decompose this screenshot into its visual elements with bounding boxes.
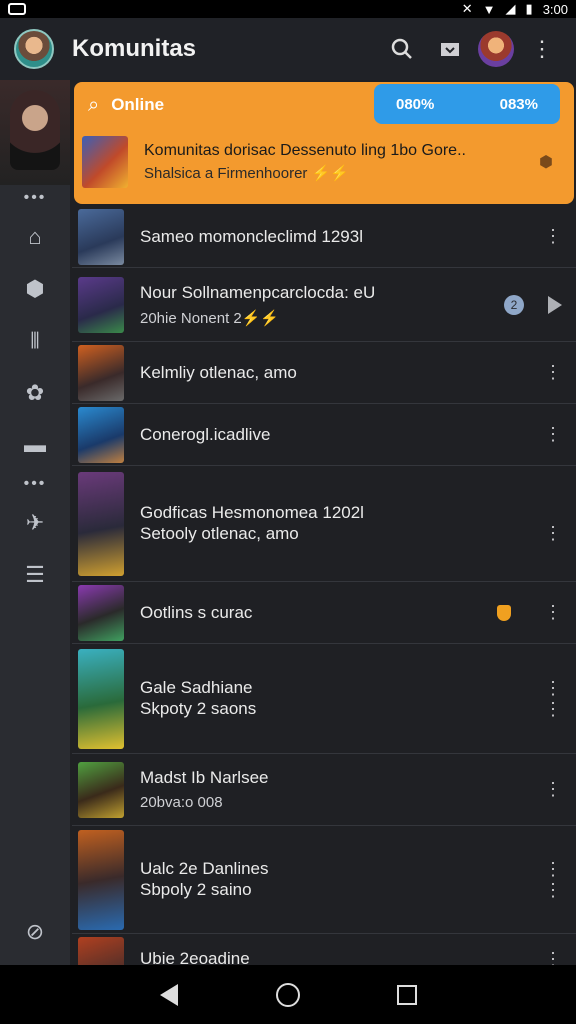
more-vert-icon[interactable]: ⋮ (538, 779, 568, 800)
item-title: Nour Sollnamenpcarclocda: eU (140, 282, 376, 302)
item-title: Madst Ib Narlsee (140, 768, 269, 787)
main-panel: ⌕ Online 080% 083% Komunitas dorisac Des… (72, 80, 576, 965)
more-vert-icon[interactable]: ⋮ (538, 699, 568, 720)
list-item[interactable]: Sameo momoncleclimd 1293l ⋮ (72, 206, 576, 268)
fruit-icon[interactable]: ✿ (0, 367, 70, 419)
battery-icon: ▮ (525, 1, 533, 16)
more-vert-icon[interactable]: ⋮ (538, 949, 568, 966)
list-item[interactable]: Madst Ib Narlsee 20bva:o 008 ⋮ (72, 754, 576, 826)
navigation-bar (0, 965, 576, 1024)
item-subtitle: 20bva:o 008 (140, 794, 223, 811)
item-title: Godficas Hesmonomea 1202l (140, 503, 364, 522)
list-item[interactable]: Gale Sadhiane ⋮ Skpoty 2 saons ⋮ (72, 644, 576, 754)
status-bar: ✕ ▼ ◢ ▮ 3:00 (0, 0, 576, 18)
featured-banner[interactable]: ⌕ Online 080% 083% Komunitas dorisac Des… (74, 82, 574, 204)
item-title: Ubie 2eoadine (140, 949, 250, 965)
sidebar: ••• ⌂ ⬢ ⦀ ✿ ▬ ••• ✈ ☰ ⊘ (0, 80, 70, 965)
home-button[interactable] (273, 980, 303, 1010)
item-title: Conerogl.icadlive (140, 424, 271, 444)
more-horiz-icon[interactable]: ••• (0, 185, 70, 211)
play-icon[interactable] (548, 295, 562, 314)
more-horiz-icon[interactable]: ••• (0, 471, 70, 497)
game-thumbnail (78, 406, 124, 463)
more-vert-icon[interactable]: ⋮ (538, 424, 568, 445)
sidebar-hero-image (0, 80, 70, 185)
game-thumbnail (78, 937, 124, 965)
item-title: Gale Sadhiane (140, 678, 253, 697)
game-thumbnail (78, 584, 124, 641)
info-badge[interactable]: 2 (502, 293, 526, 317)
online-label: Online (111, 95, 165, 114)
list-item[interactable]: Ubie 2eoadine ⋮ (72, 934, 576, 965)
item-subtitle: Sbpoly 2 saino (140, 880, 252, 899)
recents-button[interactable] (392, 980, 422, 1010)
shield-icon[interactable]: ⬢ (0, 263, 70, 315)
item-subtitle: Setooly otlenac, amo (140, 523, 299, 543)
game-thumbnail (78, 344, 124, 401)
clock: 3:00 (542, 1, 568, 17)
list-item[interactable]: Ualc 2e Danlines ⋮ Sbpoly 2 saino ⋮ (72, 826, 576, 934)
game-thumbnail (78, 208, 124, 265)
more-vert-icon[interactable]: ⋮ (538, 523, 568, 544)
list-item[interactable]: Kelmliy otlenac, amo ⋮ (72, 342, 576, 404)
more-vert-icon[interactable]: ⋮ (538, 602, 568, 623)
wifi-icon: ▼ (482, 1, 496, 17)
close-icon: ✕ (461, 1, 473, 16)
signal-icon: ◢ (505, 1, 516, 16)
list-item[interactable]: Godficas Hesmonomea 1202l Setooly otlena… (72, 466, 576, 582)
more-vert-icon[interactable]: ⋮ (538, 678, 568, 699)
game-thumbnail (78, 471, 124, 576)
search-icon: ⌕ (88, 93, 100, 116)
alert-badge[interactable] (492, 601, 516, 625)
bag-icon[interactable]: ▬ (0, 419, 70, 471)
back-button[interactable] (154, 980, 184, 1010)
item-subtitle: Skpoty 2 saons (140, 699, 257, 718)
featured-title: Komunitas dorisac Dessenuto ling 1bo Gor… (144, 142, 466, 159)
more-vert-icon[interactable]: ⋮ (522, 29, 562, 69)
settings-icon[interactable]: ⊘ (0, 919, 70, 945)
more-vert-icon[interactable]: ⋮ (538, 362, 568, 383)
item-title: Kelmliy otlenac, amo (140, 362, 297, 382)
featured-item[interactable]: Komunitas dorisac Dessenuto ling 1bo Gor… (74, 136, 574, 188)
item-title: Sameo momoncleclimd 1293l (140, 226, 363, 246)
item-title: Ootlins s curac (140, 602, 253, 622)
inbox-icon[interactable] (430, 29, 470, 69)
game-thumbnail (78, 761, 124, 818)
tag-icon[interactable]: ⬢ (534, 150, 558, 174)
search-icon[interactable] (382, 29, 422, 69)
list-item[interactable]: Ootlins s curac ⋮ (72, 582, 576, 644)
item-subtitle: 20hie Nonent 2⚡⚡ (140, 309, 280, 327)
list-item[interactable]: Conerogl.icadlive ⋮ (72, 404, 576, 466)
notification-icon (8, 3, 26, 15)
more-vert-icon[interactable]: ⋮ (538, 226, 568, 247)
game-thumbnail (82, 136, 128, 188)
featured-subtitle: Shalsica a Firmenhoorer ⚡⚡ (144, 165, 349, 182)
avatar[interactable] (14, 29, 54, 69)
item-title: Ualc 2e Danlines (140, 859, 269, 878)
list-icon[interactable]: ☰ (0, 549, 70, 601)
list-item[interactable]: Nour Sollnamenpcarclocda: eU 20hie Nonen… (72, 268, 576, 342)
pill-left-value: 080% (396, 95, 435, 113)
more-vert-icon[interactable]: ⋮ (538, 859, 568, 880)
more-vert-icon[interactable]: ⋮ (538, 880, 568, 901)
pill-right-value: 083% (499, 95, 538, 113)
bolt-icon[interactable]: ✈ (0, 497, 70, 549)
app-title: Komunitas (72, 35, 197, 62)
game-thumbnail (78, 648, 124, 749)
stats-pill[interactable]: 080% 083% (374, 84, 560, 124)
game-thumbnail (78, 276, 124, 333)
game-thumbnail (78, 829, 124, 930)
app-bar: Komunitas ⋮ (0, 18, 576, 80)
sound-icon[interactable]: ⦀ (0, 315, 70, 367)
profile-avatar[interactable] (478, 31, 514, 67)
home-icon[interactable]: ⌂ (0, 211, 70, 263)
